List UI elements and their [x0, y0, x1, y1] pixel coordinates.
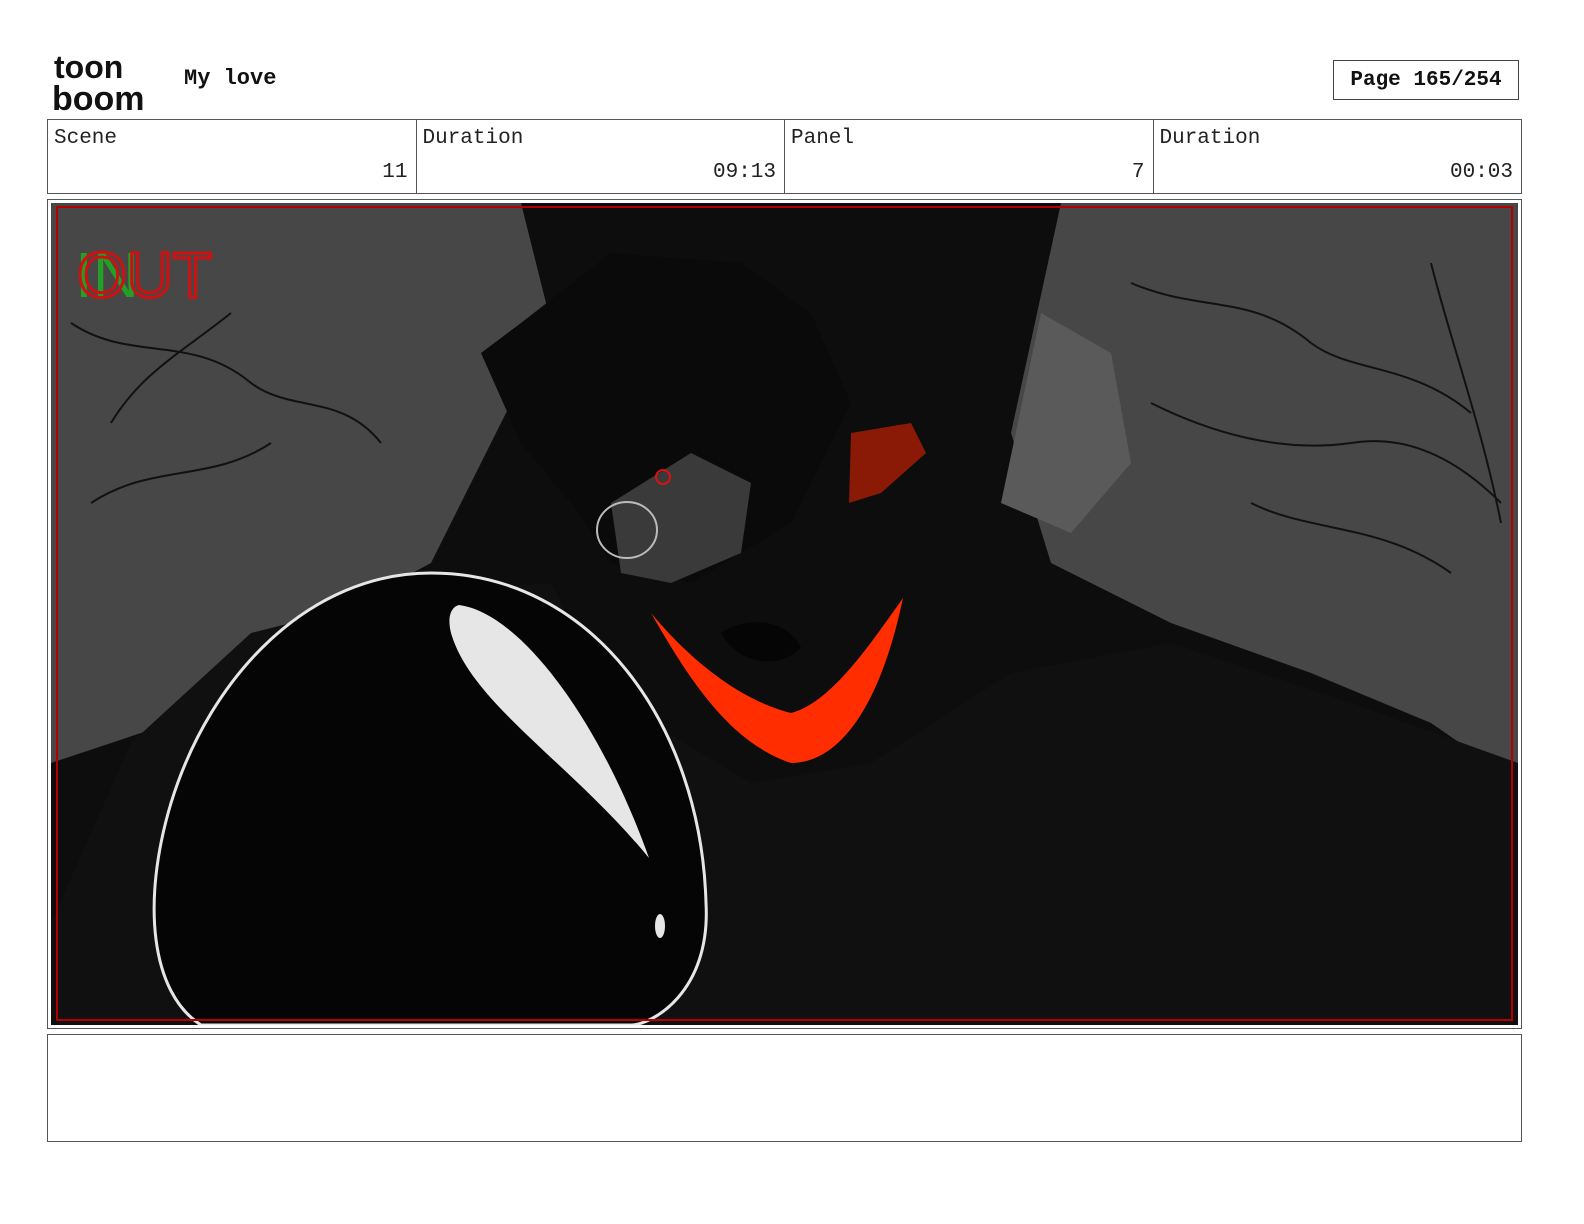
panel-duration-label: Duration [1159, 127, 1261, 150]
scene-value: 11 [382, 161, 408, 184]
bubble-small-highlight [655, 914, 665, 938]
panel-cell: Panel 7 [785, 120, 1154, 193]
panel-duration-value: 00:03 [1449, 161, 1513, 184]
panel-value: 7 [1131, 161, 1145, 184]
page-number: Page 165/254 [1333, 60, 1519, 100]
scene-duration-cell: Duration 09:13 [417, 120, 785, 193]
transition-out-text: OUT [77, 239, 212, 311]
panel-label: Panel [791, 127, 855, 150]
info-row: Scene 11 Duration 09:13 Panel 7 Duration… [47, 119, 1522, 194]
storyboard-panel-image: IN OUT [51, 203, 1518, 1025]
panel-duration-cell: Duration 00:03 [1154, 120, 1522, 193]
project-title: My love [184, 66, 277, 91]
panel-notes [47, 1034, 1522, 1142]
logo-text-bottom: boom [52, 80, 145, 112]
toonboom-logo: toon boom [52, 50, 145, 112]
page-number-text: Page 165/254 [1350, 68, 1502, 92]
scene-duration-label: Duration [422, 127, 524, 150]
scene-label: Scene [54, 127, 118, 150]
scene-cell: Scene 11 [48, 120, 417, 193]
scene-duration-value: 09:13 [712, 161, 776, 184]
